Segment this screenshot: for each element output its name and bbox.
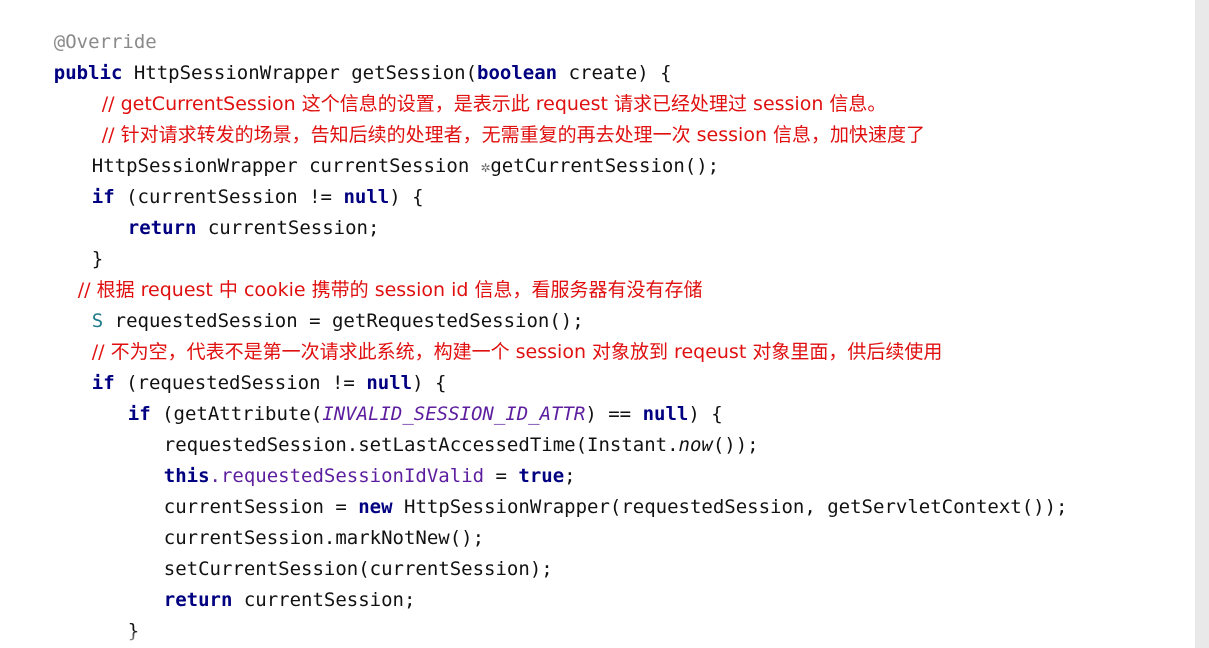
code-line-set-last-accessed: requestedSession.setLastAccessedTime(Ins… [118,399,759,456]
static-method-now: now [678,434,713,456]
code-text: HttpSessionWrapper(requestedSession, get… [392,496,1068,518]
code-line-signature: public HttpSessionWrapper getSession(boo… [8,27,672,84]
code-line-close-inner: } [82,585,139,642]
code-text: ()); [712,434,759,456]
code-text: currentSession; [196,217,380,239]
code-line-return-current: return currentSession; [82,182,380,239]
right-edge [1195,0,1209,648]
code-line-if-current: if (currentSession != null) { [46,151,424,208]
keyword-return: return [127,217,197,239]
code-line-if-attribute: if (getAttribute(INVALID_SESSION_ID_ATTR… [82,368,723,425]
closing-brace: } [127,620,140,642]
code-line-comment-1: // getCurrentSession 这个信息的设置，是表示此 reques… [56,58,887,115]
code-line-comment-3: // 根据 request 中 cookie 携带的 session id 信息… [32,244,703,301]
code-line-current-session: HttpSessionWrapper currentSession ✲getCu… [46,120,719,177]
keyword-return: return [163,589,233,611]
code-line-close-outer: } [46,616,103,647]
code-text: ) { [389,186,424,208]
gear-icon[interactable]: ✲ [481,157,491,176]
code-line-new-wrapper: currentSession = new HttpSessionWrapper(… [118,461,1068,518]
code-text: getCurrentSession(); [490,155,720,177]
code-line-comment-4: // 不为空，代表不是第一次请求此系统，构建一个 session 对象放到 re… [46,306,943,363]
code-line-close-brace: } [46,213,103,270]
code-line-annotation: @Override [8,0,157,53]
code-line-return-current-2: return currentSession; [118,554,416,611]
code-line-comment-2: // 针对请求转发的场景，告知后续的处理者，无需重复的再去处理一次 sessio… [56,89,925,146]
code-editor[interactable]: @Override public HttpSessionWrapper getS… [0,0,1209,648]
code-line-mark-not-new: currentSession.markNotNew(); [118,492,484,549]
code-text: currentSession; [232,589,416,611]
code-line-if-requested: if (requestedSession != null) { [46,337,447,394]
code-line-set-current-session: setCurrentSession(currentSession); [118,523,553,580]
bottom-fade [0,630,1209,648]
code-line-session-id-valid: this.requestedSessionIdValid = true; [118,430,576,487]
code-line-requested-session: S requestedSession = getRequestedSession… [46,275,584,332]
